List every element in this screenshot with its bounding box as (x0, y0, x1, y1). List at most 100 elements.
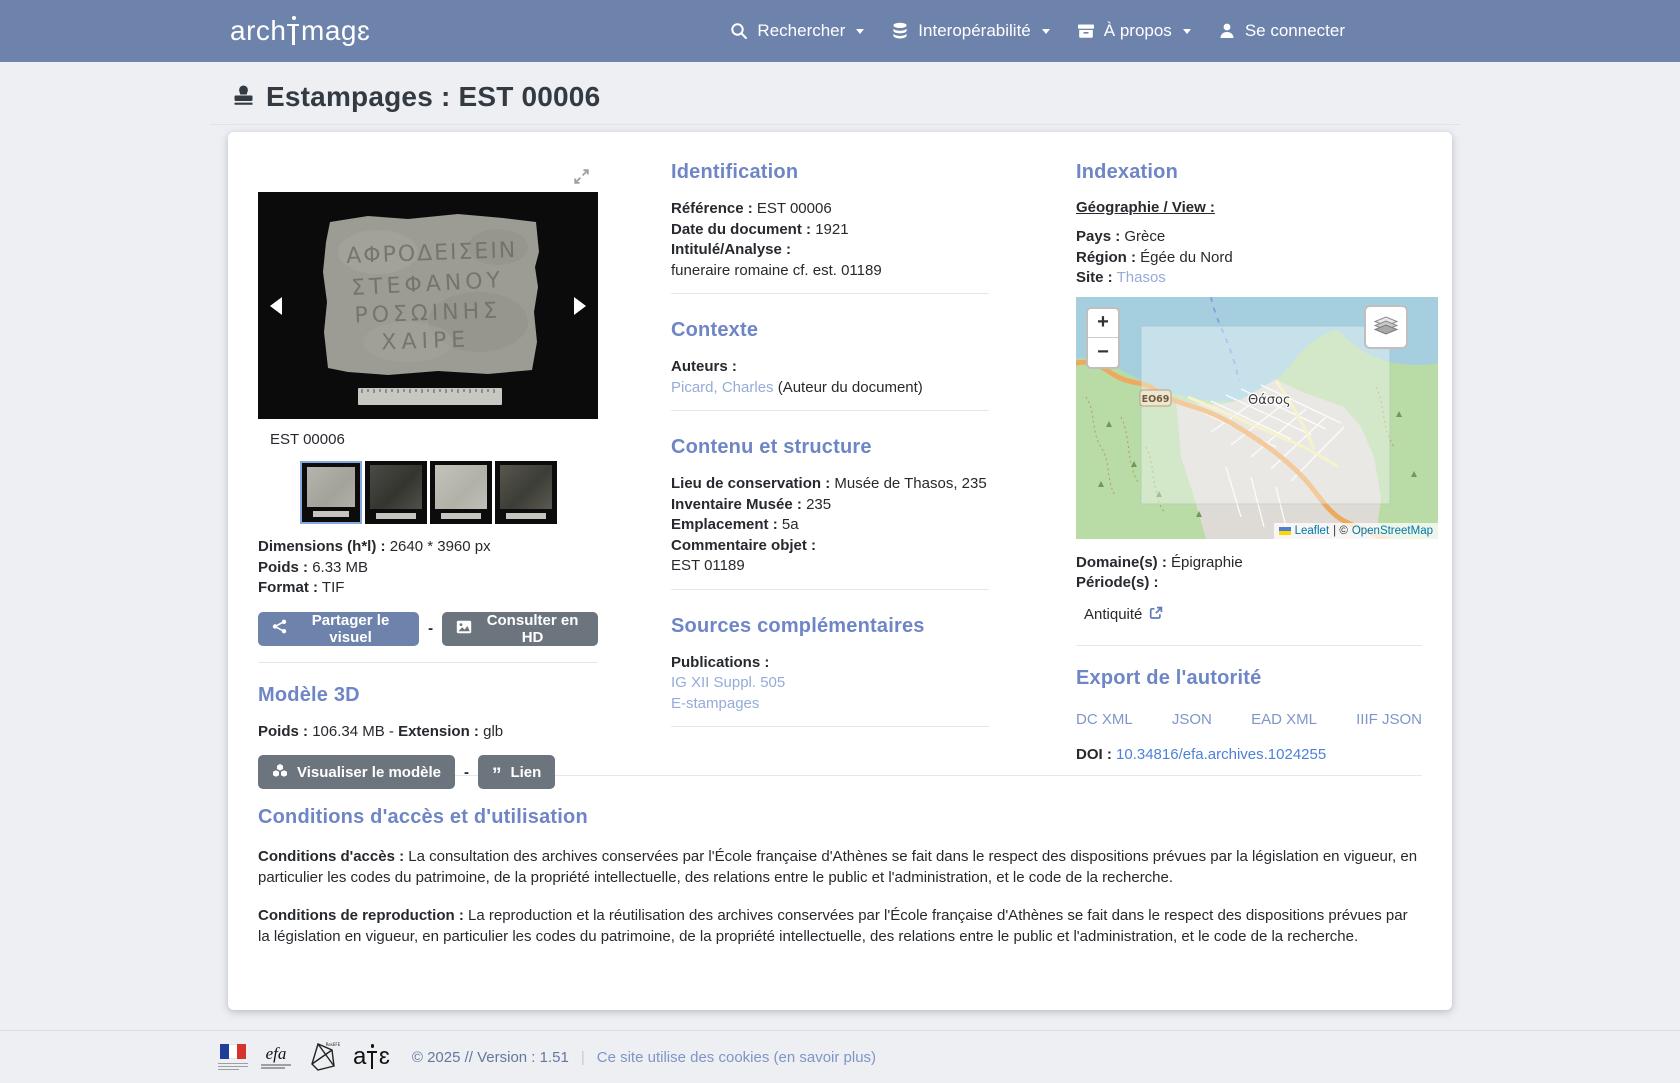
next-arrow-icon[interactable] (574, 297, 586, 315)
ukraine-flag-icon (1279, 527, 1291, 535)
resefe-logo[interactable]: ResEFE (304, 1040, 340, 1074)
leaflet-map[interactable]: EO69 Θάσος + − Leaflet | © OpenStreetMap (1076, 297, 1438, 539)
thumbnail-2[interactable] (365, 461, 427, 524)
thumbnail-1[interactable] (300, 461, 362, 524)
inventaire-row: Inventaire Musée : 235 (671, 495, 989, 516)
weight-row: Poids : 6.33 MB (258, 558, 598, 579)
aie-suffix: ɛ (379, 1043, 390, 1071)
sources-title: Sources complémentaires (671, 614, 989, 638)
map-attribution: Leaflet | © OpenStreetMap (1274, 523, 1438, 539)
aie-logo[interactable]: aɛ (353, 1043, 390, 1071)
image-viewer[interactable]: ΑΦΡΟΔΕΙΣΕΙΝ ΣΤΕΦΑΝΟΥ ΡΟΣΩΙΝΗΣ ΧΑΙΡΕ (258, 192, 598, 419)
left-divider (258, 662, 598, 663)
expand-icon[interactable] (573, 168, 590, 189)
footer-separator: | (581, 1049, 585, 1066)
thumbnail-strip (258, 461, 598, 524)
domaine-row: Domaine(s) : Épigraphie (1076, 553, 1422, 574)
svg-text:EO69: EO69 (1142, 394, 1170, 405)
contenu-section: Contenu et structure Lieu de conservatio… (671, 435, 989, 590)
thumbnail-4[interactable] (495, 461, 557, 524)
nav-menu: Rechercher Interopérabilité À propos Se … (730, 21, 1345, 41)
efa-logo[interactable]: efa (261, 1046, 291, 1069)
contenu-title: Contenu et structure (671, 435, 989, 459)
button-separator: - (464, 764, 469, 781)
layers-icon (1373, 312, 1399, 342)
nav-label: Interopérabilité (918, 21, 1030, 41)
indexation-column: Indexation Géographie / View : Pays : Gr… (1076, 160, 1422, 775)
nav-item-rechercher[interactable]: Rechercher (730, 21, 864, 41)
sources-section: Sources complémentaires Publications : I… (671, 614, 989, 728)
logo-caption-lines (218, 1061, 248, 1070)
author-link[interactable]: Picard, Charles (671, 379, 774, 396)
nav-label: À propos (1104, 21, 1172, 41)
map-zoom-control: + − (1086, 307, 1120, 369)
view-model-label: Visualiser le modèle (297, 764, 441, 781)
button-separator: - (428, 620, 433, 637)
auteurs-label-row: Auteurs : (671, 357, 989, 378)
media-column: ΑΦΡΟΔΕΙΣΕΙΝ ΣΤΕΦΑΝΟΥ ΡΟΣΩΙΝΗΣ ΧΑΙΡΕ EST … (258, 160, 598, 775)
auteur-row: Picard, Charles (Auteur du document) (671, 378, 989, 399)
footer: efa ResEFE aɛ © 2025 // Version : 1.51 |… (0, 1030, 1680, 1083)
conditions-title: Conditions d'accès et d'utilisation (258, 805, 1422, 829)
site-row: Site : Thasos (1076, 268, 1422, 289)
svg-text:ΧΑΙΡΕ: ΧΑΙΡΕ (381, 327, 471, 355)
indexation-title: Indexation (1076, 160, 1422, 184)
zoom-in-button[interactable]: + (1088, 309, 1118, 338)
french-flag-icon (220, 1044, 246, 1059)
view-model-button[interactable]: Visualiser le modèle (258, 755, 455, 789)
nav-item-se-connecter[interactable]: Se connecter (1218, 21, 1345, 41)
export-json-link[interactable]: JSON (1172, 711, 1212, 728)
leaflet-link[interactable]: Leaflet (1295, 525, 1330, 537)
french-republic-logo[interactable] (218, 1044, 248, 1070)
image-caption: EST 00006 (270, 431, 598, 448)
record-card: ΑΦΡΟΔΕΙΣΕΙΝ ΣΤΕΦΑΝΟΥ ΡΟΣΩΙΝΗΣ ΧΑΙΡΕ EST … (228, 132, 1452, 1010)
prev-arrow-icon[interactable] (270, 297, 282, 315)
logo-caption-lines (261, 1063, 291, 1069)
pays-row: Pays : Grèce (1076, 227, 1422, 248)
cubes-3d-icon (272, 763, 288, 782)
nav-item-interoperabilite[interactable]: Interopérabilité (891, 21, 1049, 41)
attribution-separator: | © (1333, 525, 1348, 537)
stamp-icon (232, 84, 255, 111)
consult-hd-button[interactable]: Consulter en HD (442, 612, 598, 646)
nav-label: Rechercher (757, 21, 845, 41)
export-ead-xml-link[interactable]: EAD XML (1251, 711, 1317, 728)
model3d-meta-row: Poids : 106.34 MB - Extension : glb (258, 722, 598, 743)
geo-heading: Géographie / View : (1076, 199, 1422, 216)
site-logo[interactable]: archmagɛ (230, 15, 370, 47)
conditions-reproduction-paragraph: Conditions de reproduction : La reproduc… (258, 905, 1422, 947)
region-row: Région : Égée du Nord (1076, 248, 1422, 269)
thumbnail-3[interactable] (430, 461, 492, 524)
external-link-icon (1149, 606, 1163, 624)
share-visual-button[interactable]: Partager le visuel (258, 612, 419, 646)
efa-logo-text: efa (266, 1046, 287, 1061)
format-row: Format : TIF (258, 578, 598, 599)
chevron-down-icon (1042, 29, 1050, 34)
author-role: (Auteur du document) (778, 379, 923, 396)
page-title: Estampages : EST 00006 (266, 81, 600, 113)
map-layers-control[interactable] (1364, 305, 1408, 349)
model3d-title: Modèle 3D (258, 683, 598, 707)
aie-i-glyph (366, 1044, 378, 1070)
publication-link-ig[interactable]: IG XII Suppl. 505 (671, 674, 785, 691)
periode-link[interactable]: Antiquité (1084, 606, 1422, 624)
cookies-link[interactable]: Ce site utilise des cookies (en savoir p… (597, 1049, 876, 1066)
publication-link-estampages[interactable]: E-stampages (671, 695, 759, 712)
model-link-button[interactable]: ” Lien (478, 755, 555, 789)
conditions-section: Conditions d'accès et d'utilisation Cond… (258, 775, 1422, 947)
navbar: archmagɛ Rechercher Interopérabilité À p… (0, 0, 1680, 62)
site-link[interactable]: Thasos (1117, 269, 1166, 286)
openstreetmap-link[interactable]: OpenStreetMap (1352, 525, 1433, 537)
doi-link[interactable]: 10.34816/efa.archives.1024255 (1116, 746, 1326, 763)
export-dc-xml-link[interactable]: DC XML (1076, 711, 1133, 728)
contexte-title: Contexte (671, 318, 989, 342)
nav-item-apropos[interactable]: À propos (1077, 21, 1191, 41)
image-icon (456, 620, 472, 638)
lieu-row: Lieu de conservation : Musée de Thasos, … (671, 474, 989, 495)
resefe-polygon-icon: ResEFE (304, 1040, 340, 1074)
footer-logos: efa ResEFE aɛ (218, 1040, 390, 1074)
zoom-out-button[interactable]: − (1088, 338, 1118, 367)
svg-text:ΡΟΣΩΙΝΗΣ: ΡΟΣΩΙΝΗΣ (354, 298, 501, 328)
export-iiif-json-link[interactable]: IIIF JSON (1356, 711, 1422, 728)
database-icon (891, 22, 909, 40)
